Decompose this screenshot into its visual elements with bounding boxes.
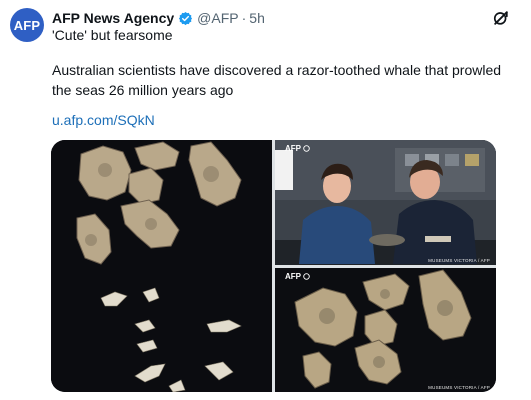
tweet-header: AFP News Agency @AFP · 5h	[52, 8, 519, 28]
tweet-body: Australian scientists have discovered a …	[52, 62, 502, 98]
grok-icon[interactable]	[491, 8, 511, 28]
tweet-link[interactable]: u.afp.com/SQkN	[52, 112, 155, 128]
avatar-text: AFP	[13, 17, 41, 33]
author-handle[interactable]: @AFP	[197, 10, 238, 26]
avatar[interactable]: AFP	[10, 8, 44, 42]
skull-fragments-photo[interactable]: AFP MUSEUMS VICTORIA / AFP	[275, 268, 496, 392]
afp-watermark: AFP	[285, 272, 310, 281]
timestamp[interactable]: 5h	[249, 10, 265, 26]
fossil-bones-photo[interactable]	[51, 140, 272, 392]
separator-dot: ·	[241, 10, 247, 26]
author-name[interactable]: AFP News Agency	[52, 10, 174, 26]
tweet-subtitle: 'Cute' but fearsome	[52, 27, 173, 43]
photo-credit: MUSEUMS VICTORIA / AFP	[428, 258, 490, 263]
media-grid: AFP MUSEUMS VICTORIA / AFP AFP MUSEUMS V…	[51, 140, 496, 392]
afp-watermark: AFP	[285, 144, 310, 153]
scientists-photo[interactable]: AFP MUSEUMS VICTORIA / AFP	[275, 140, 496, 265]
photo-credit: MUSEUMS VICTORIA / AFP	[428, 385, 490, 390]
verified-badge-icon	[178, 11, 193, 26]
